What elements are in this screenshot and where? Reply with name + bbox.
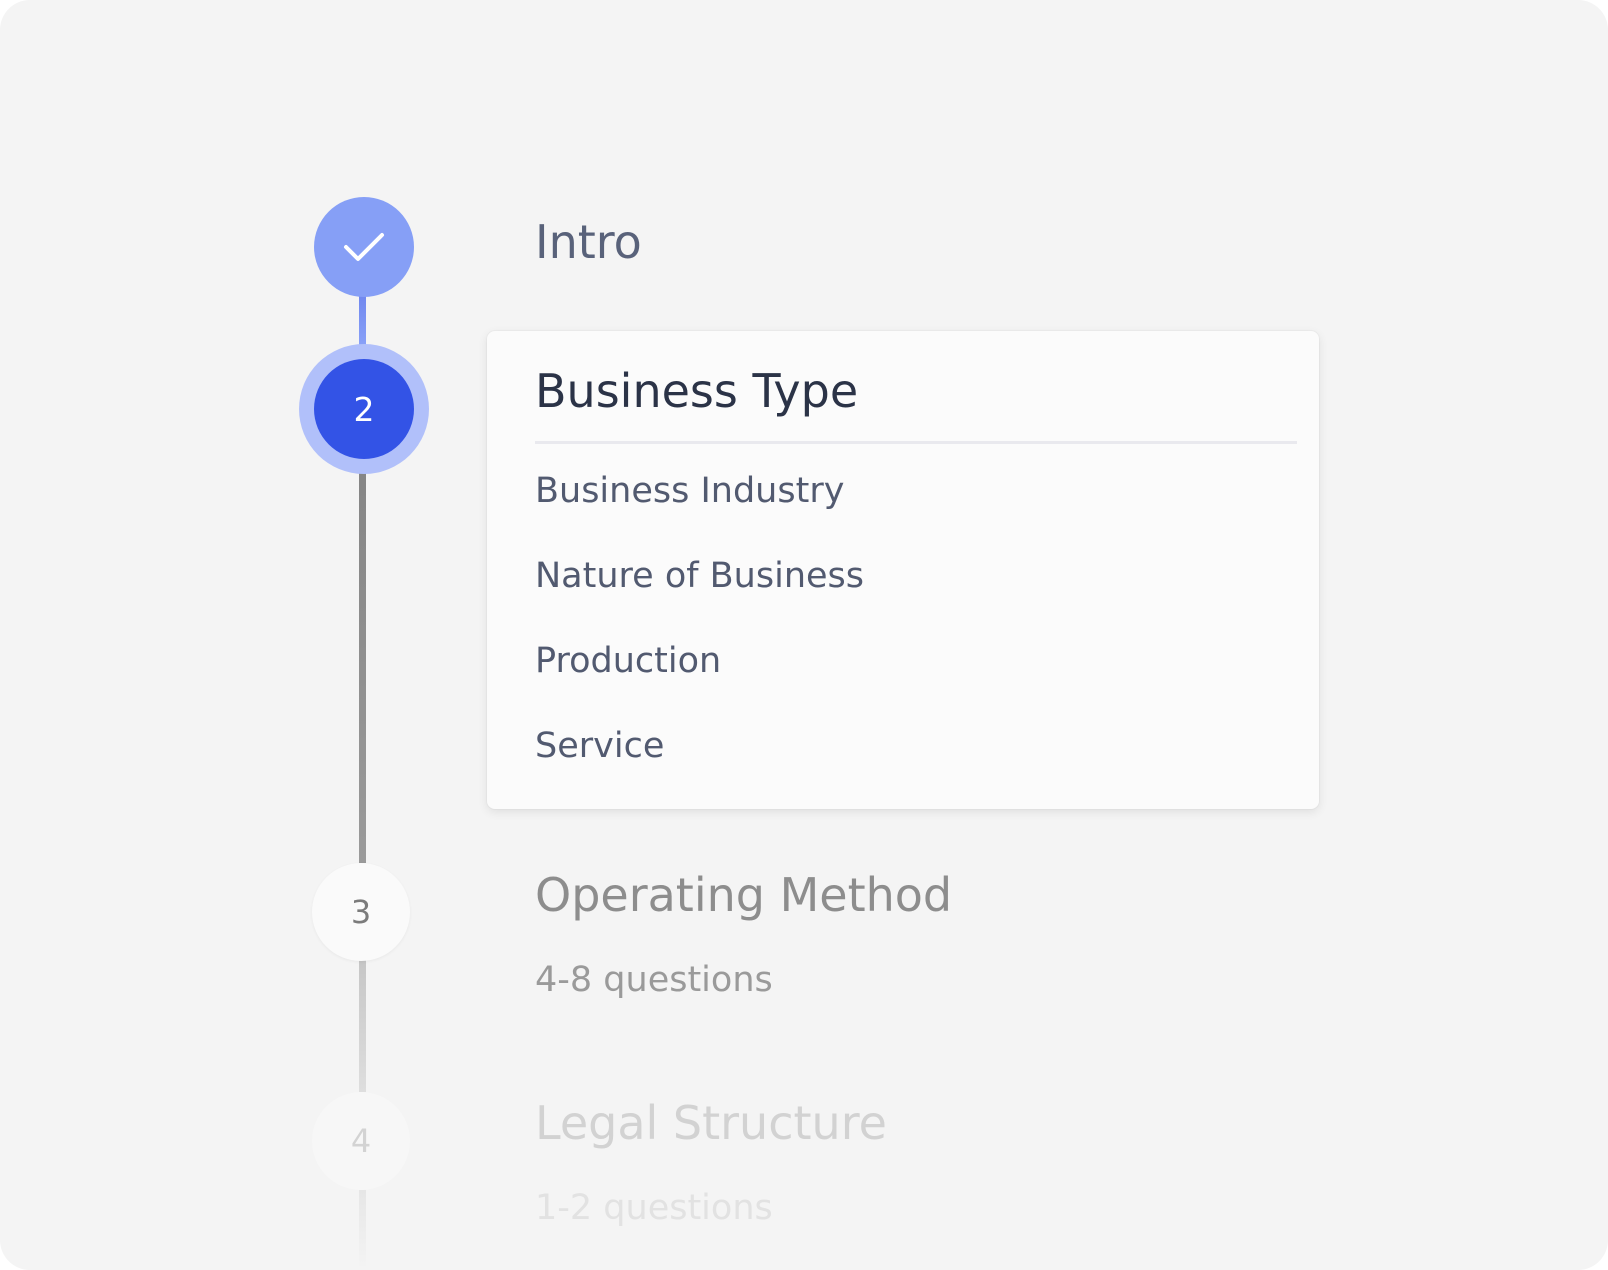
step-4-node[interactable]: 4: [312, 1092, 410, 1190]
step-4-question-count: 1-2 questions: [535, 1188, 773, 1228]
substep-business-industry[interactable]: Business Industry: [535, 471, 864, 556]
step-3-title[interactable]: Operating Method: [535, 868, 952, 922]
step-1-title[interactable]: Intro: [535, 215, 642, 269]
step-2-title: Business Type: [535, 364, 859, 418]
progress-line-active: [359, 465, 366, 863]
progress-line-completed: [359, 292, 366, 348]
check-icon: [344, 233, 384, 261]
substep-production[interactable]: Production: [535, 641, 864, 726]
substep-list: Business Industry Nature of Business Pro…: [535, 471, 864, 811]
progress-line-faded: [359, 1190, 366, 1270]
progress-line-upcoming: [359, 960, 366, 1092]
step-3-node[interactable]: 3: [312, 863, 410, 961]
substep-nature-of-business[interactable]: Nature of Business: [535, 556, 864, 641]
step-4-title[interactable]: Legal Structure: [535, 1096, 887, 1150]
card-divider: [535, 441, 1297, 444]
stepper-panel: Intro 2 Business Type Business Industry …: [0, 0, 1608, 1270]
step-1-node[interactable]: [314, 197, 414, 297]
active-step-card: Business Type Business Industry Nature o…: [487, 331, 1319, 809]
substep-service[interactable]: Service: [535, 726, 864, 811]
step-2-node[interactable]: 2: [314, 359, 414, 459]
step-3-question-count: 4-8 questions: [535, 960, 773, 1000]
